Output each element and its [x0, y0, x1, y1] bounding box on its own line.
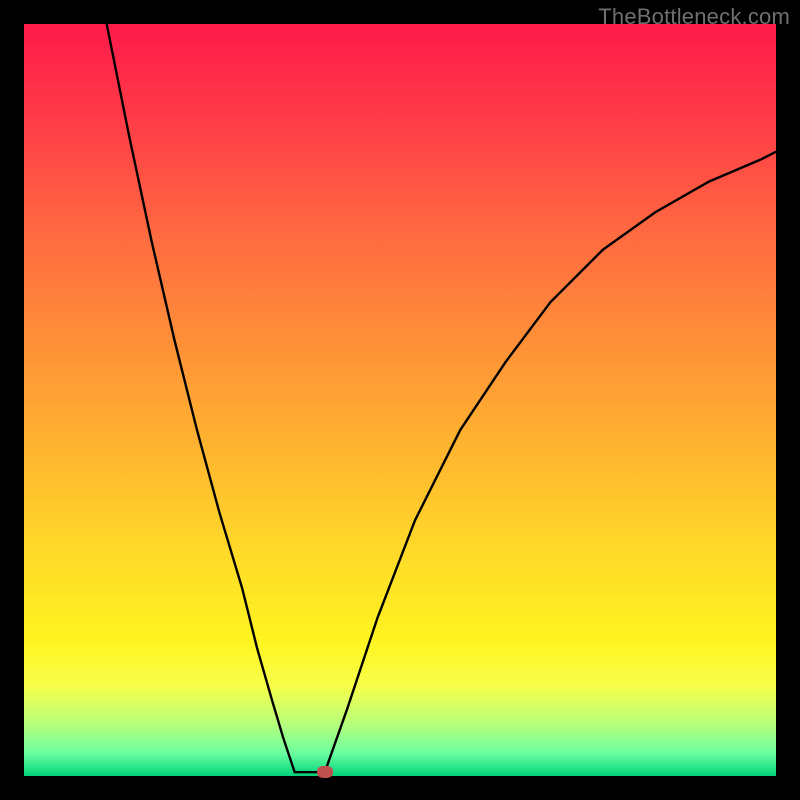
bottleneck-curve	[24, 24, 776, 776]
optimal-point-marker	[317, 766, 333, 778]
chart-plot-area	[24, 24, 776, 776]
curve-path	[107, 24, 776, 772]
